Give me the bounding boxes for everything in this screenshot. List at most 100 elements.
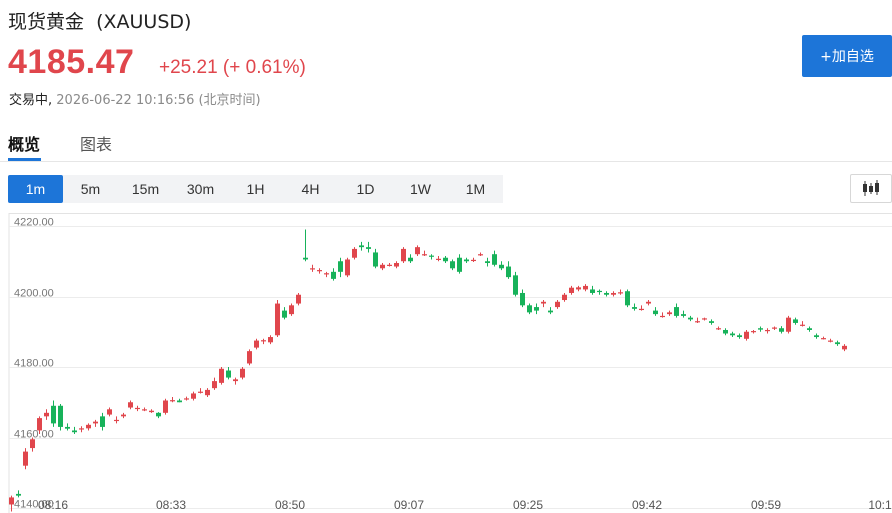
period-30m[interactable]: 30m [173, 175, 228, 203]
candle [590, 285, 595, 295]
candle [492, 250, 497, 267]
candle [303, 229, 308, 262]
candle [415, 245, 420, 256]
price-chart[interactable]: 4220.004200.004180.004160.004140.0008:16… [0, 213, 892, 513]
candle [254, 338, 259, 350]
candle [359, 241, 364, 251]
candle [121, 412, 126, 419]
add-to-watchlist-button[interactable]: +加自选 [802, 35, 892, 77]
candle [156, 412, 161, 419]
candle [65, 423, 70, 431]
candle [324, 271, 329, 278]
candle [688, 315, 693, 322]
candle [44, 409, 49, 420]
candle [800, 321, 805, 327]
candle [464, 257, 469, 264]
candle [646, 300, 651, 306]
tabs-divider [0, 161, 892, 162]
candle [338, 257, 343, 278]
period-1h[interactable]: 1H [228, 175, 283, 203]
y-tick-label: 4220.00 [14, 217, 54, 229]
candle [170, 396, 175, 403]
candle [723, 328, 728, 336]
candle [471, 257, 476, 262]
candle [380, 263, 385, 271]
period-1d[interactable]: 1D [338, 175, 393, 203]
candle [191, 391, 196, 401]
candle [142, 407, 147, 412]
x-tick-label: 09:07 [394, 498, 424, 512]
x-tick-label: 09:42 [632, 498, 662, 512]
candle [555, 300, 560, 309]
candle [247, 349, 252, 366]
candle [394, 261, 399, 269]
candle [429, 254, 434, 260]
trading-status-line: 交易中, 2026-06-22 10:16:56 (北京时间) [9, 89, 261, 108]
tab-overview[interactable]: 概览 [8, 131, 40, 155]
candle [674, 303, 679, 318]
candle [653, 307, 658, 316]
candle [583, 284, 588, 292]
y-tick-label: 4180.00 [14, 358, 54, 370]
period-1m[interactable]: 1m [8, 175, 63, 203]
candle [793, 317, 798, 325]
x-tick-label: 10:1 [868, 498, 892, 512]
candle [604, 291, 609, 297]
candle [499, 261, 504, 271]
candle [58, 404, 63, 431]
candle [765, 328, 770, 334]
candle [149, 409, 154, 413]
x-tick-label: 08:50 [275, 498, 305, 512]
candle [79, 426, 84, 433]
candle [289, 303, 294, 316]
candle [835, 340, 840, 346]
candle [450, 259, 455, 271]
candle [114, 416, 119, 424]
period-4h[interactable]: 4H [283, 175, 338, 203]
candle [268, 335, 273, 345]
candle [702, 317, 707, 321]
candle [86, 423, 91, 431]
candle [373, 248, 378, 269]
candle [177, 398, 182, 403]
candle [541, 300, 546, 308]
candle [548, 307, 553, 315]
candle [51, 400, 56, 427]
trading-status: 交易中, [9, 93, 53, 108]
candle [618, 289, 623, 295]
candle [485, 257, 490, 267]
y-tick-label: 4200.00 [14, 288, 54, 300]
candle [128, 400, 133, 410]
candle [331, 268, 336, 281]
candle [23, 448, 28, 470]
candle [534, 303, 539, 315]
candle [709, 319, 714, 325]
candle [807, 326, 812, 332]
y-tick-label: 4160.00 [14, 429, 54, 441]
candle [275, 300, 280, 338]
instrument-title: 现货黄金 (XAUUSD) [8, 11, 192, 33]
candle [730, 331, 735, 338]
period-1w[interactable]: 1W [393, 175, 448, 203]
last-price: 4185.47 [8, 43, 135, 81]
period-5m[interactable]: 5m [63, 175, 118, 203]
candle [443, 255, 448, 264]
candle [751, 329, 756, 334]
candle [436, 255, 441, 262]
period-1mo[interactable]: 1M [448, 175, 503, 203]
candle [107, 407, 112, 417]
candle [681, 310, 686, 318]
candle [282, 307, 287, 320]
candle [317, 268, 322, 274]
candle [198, 388, 203, 394]
chart-type-button[interactable] [850, 174, 892, 203]
x-tick-label: 08:33 [156, 498, 186, 512]
tab-chart[interactable]: 图表 [80, 131, 112, 155]
period-15m[interactable]: 15m [118, 175, 173, 203]
candle [695, 317, 700, 323]
candle [261, 338, 266, 345]
candle [611, 291, 616, 297]
x-tick-label: 09:59 [751, 498, 781, 512]
candle [478, 252, 483, 256]
candle [408, 254, 413, 264]
